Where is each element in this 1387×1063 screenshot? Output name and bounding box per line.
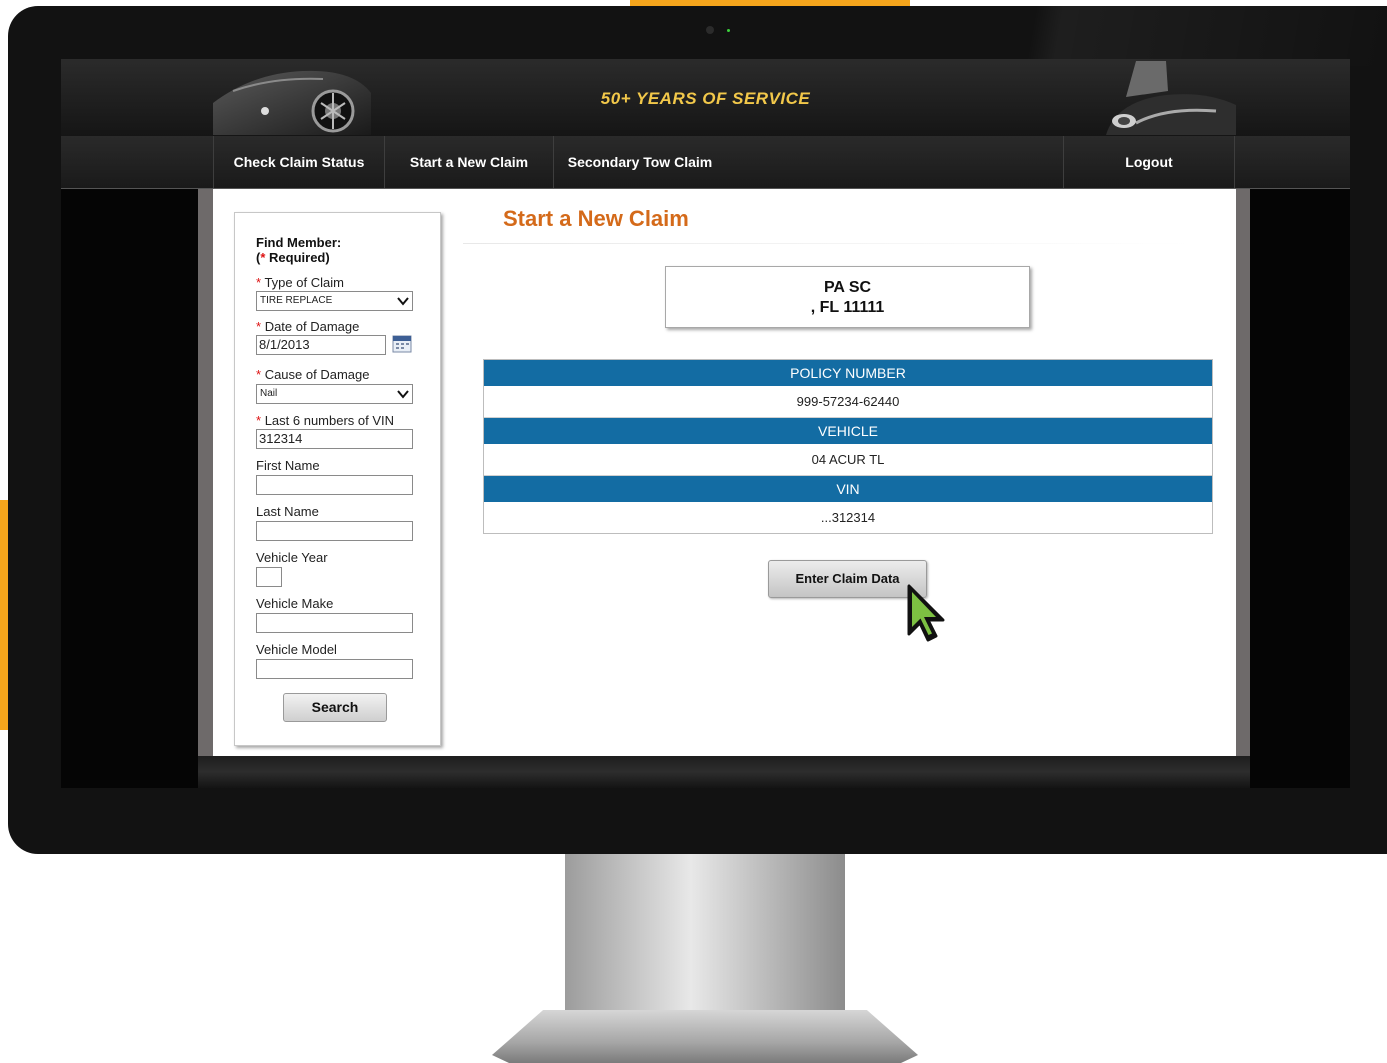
car-headlight-image — [1106, 61, 1236, 135]
type-of-claim-select[interactable]: TIRE REPLACE — [256, 291, 413, 311]
find-member-panel: Find Member: (* Required) * Type of Clai… — [234, 212, 441, 746]
nav-secondary-tow-claim[interactable]: Secondary Tow Claim — [553, 136, 726, 188]
site-banner: 50+ YEARS OF SERVICE — [61, 59, 1350, 136]
last-name-label: Last Name — [256, 504, 319, 519]
first-name-input[interactable] — [256, 475, 413, 495]
vehicle-make-label: Vehicle Make — [256, 596, 334, 611]
type-of-claim-label: * Type of Claim — [256, 275, 344, 290]
page-title: Start a New Claim — [503, 206, 689, 231]
vehicle-value: 04 ACUR TL — [484, 445, 1212, 476]
calendar-icon[interactable] — [392, 333, 412, 353]
monitor-base — [492, 1010, 918, 1063]
nav-divider — [1234, 136, 1235, 188]
mouse-pointer-icon — [907, 584, 945, 642]
search-button[interactable]: Search — [283, 693, 387, 722]
chevron-down-icon — [397, 297, 409, 306]
nav-start-new-claim[interactable]: Start a New Claim — [384, 136, 553, 188]
camera-icon — [706, 26, 714, 34]
policy-number-value: 999-57234-62440 — [484, 387, 1212, 418]
vin-last6-input[interactable]: 312314 — [256, 429, 413, 449]
last-name-input[interactable] — [256, 521, 413, 541]
vin-header: VIN — [484, 476, 1212, 503]
first-name-label: First Name — [256, 458, 320, 473]
camera-led — [727, 29, 730, 32]
enter-claim-data-button[interactable]: Enter Claim Data — [768, 560, 927, 598]
vehicle-model-label: Vehicle Model — [256, 642, 337, 657]
member-address-card: PA SC , FL 11111 — [665, 266, 1030, 328]
vehicle-make-input[interactable] — [256, 613, 413, 633]
cause-of-damage-label: * Cause of Damage — [256, 367, 370, 382]
cause-of-damage-select[interactable]: Nail — [256, 384, 413, 404]
vehicle-header: VEHICLE — [484, 418, 1212, 445]
vehicle-year-label: Vehicle Year — [256, 550, 328, 565]
vehicle-model-input[interactable] — [256, 659, 413, 679]
nav-check-claim-status[interactable]: Check Claim Status — [213, 136, 384, 188]
address-line2: , FL 11111 — [810, 299, 885, 316]
date-of-damage-input[interactable]: 8/1/2013 — [256, 335, 386, 355]
policy-number-header: POLICY NUMBER — [484, 360, 1212, 387]
screen: 50+ YEARS OF SERVICE Check Claim Status … — [61, 59, 1350, 788]
policy-info-table: POLICY NUMBER 999-57234-62440 VEHICLE 04… — [483, 359, 1213, 534]
find-member-heading: Find Member: (* Required) — [256, 235, 342, 265]
vehicle-year-input[interactable] — [256, 567, 282, 587]
vin-value: ...312314 — [484, 503, 1212, 533]
monitor-stand — [565, 854, 845, 1030]
date-of-damage-label: * Date of Damage — [256, 319, 360, 334]
chevron-down-icon — [397, 390, 409, 399]
main-nav: Check Claim Status Start a New Claim Sec… — [61, 136, 1350, 189]
vin-last6-label: * Last 6 numbers of VIN — [256, 413, 395, 428]
title-divider — [463, 243, 1193, 244]
nav-logout[interactable]: Logout — [1063, 136, 1234, 188]
footer-strip — [198, 756, 1250, 788]
address-line1: PA SC — [823, 279, 872, 296]
